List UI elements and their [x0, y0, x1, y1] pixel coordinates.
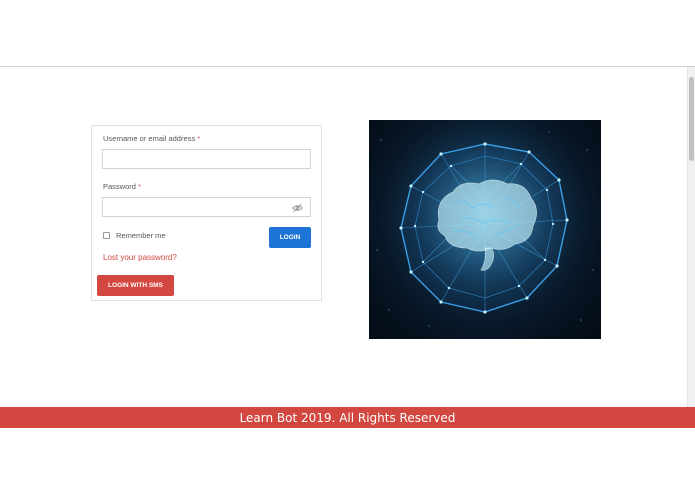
- password-label: Password *: [103, 182, 141, 191]
- footer-copyright: Learn Bot 2019. All Rights Reserved: [239, 410, 456, 425]
- login-with-sms-button[interactable]: LOGIN WITH SMS: [97, 275, 174, 296]
- username-label: Username or email address *: [103, 134, 201, 143]
- remember-checkbox[interactable]: [103, 232, 110, 239]
- password-input[interactable]: [102, 197, 311, 217]
- required-marker: *: [138, 182, 141, 191]
- scrollbar-thumb[interactable]: [689, 77, 694, 161]
- brain-illustration: [375, 120, 595, 335]
- username-input[interactable]: [102, 149, 311, 169]
- login-form: Username or email address * Password * R…: [91, 125, 322, 301]
- remember-label: Remember me: [116, 231, 166, 240]
- lost-password-link[interactable]: Lost your password?: [103, 253, 177, 262]
- eye-slash-icon[interactable]: [292, 203, 303, 213]
- footer: Learn Bot 2019. All Rights Reserved: [0, 407, 695, 428]
- header-divider: [0, 66, 695, 67]
- brain-hero-image: [369, 120, 601, 339]
- remember-me[interactable]: Remember me: [103, 231, 166, 240]
- scrollbar[interactable]: [687, 67, 695, 407]
- login-button[interactable]: LOGIN: [269, 227, 311, 248]
- required-marker: *: [197, 134, 201, 143]
- page: Username or email address * Password * R…: [0, 0, 695, 494]
